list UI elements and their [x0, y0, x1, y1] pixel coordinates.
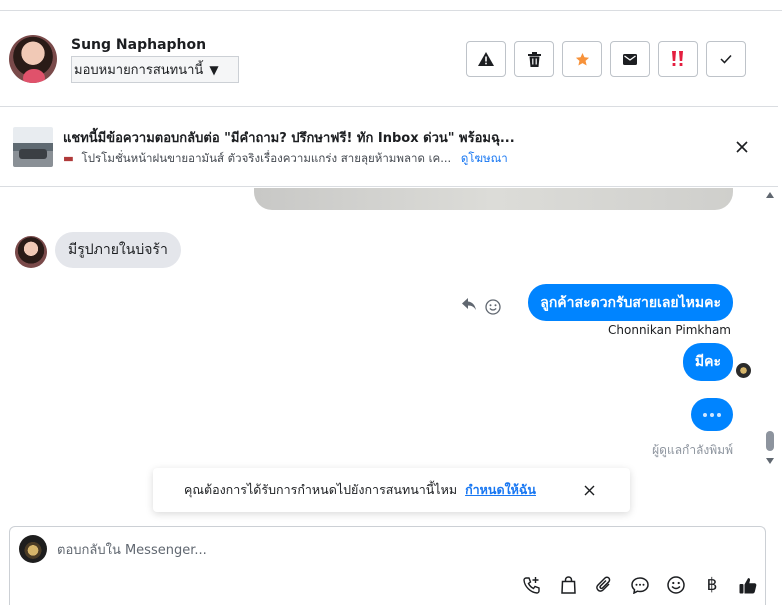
assign-to-me-link[interactable]: กำหนดให้ฉัน — [465, 480, 536, 500]
emoji-button[interactable] — [658, 573, 694, 597]
baht-icon: ฿ — [706, 575, 718, 595]
caret-down-icon: ▼ — [209, 62, 219, 77]
toast-text: คุณต้องการได้รับการกำหนดไปยังการสนทนานี้… — [184, 482, 458, 497]
priority-button[interactable] — [658, 41, 698, 77]
priority-icon — [672, 51, 683, 66]
call-add-button[interactable] — [514, 573, 550, 597]
assign-dropdown[interactable]: มอบหมายการสนทนานี้ ▼ — [71, 56, 239, 83]
sender-name: Chonnikan Pimkham — [608, 323, 731, 337]
emoji-icon — [667, 576, 685, 594]
ad-subtitle-row: ▬ โปรโมชั่นหน้าฝนขายอามันส์ ตัวจริงเรื่อ… — [63, 150, 508, 168]
react-emoji-icon[interactable] — [485, 299, 501, 315]
warning-icon — [478, 52, 494, 66]
assign-prompt-toast: คุณต้องการได้รับการกำหนดไปยังการสนทนานี้… — [153, 468, 630, 512]
outgoing-message[interactable]: ลูกค้าสะดวกรับสายเลยไหมคะ — [528, 284, 733, 321]
saved-replies-button[interactable] — [622, 573, 658, 597]
scroll-down-arrow-icon[interactable] — [766, 458, 774, 464]
contact-avatar[interactable] — [9, 35, 57, 83]
close-icon — [736, 141, 748, 153]
delete-button[interactable] — [514, 41, 554, 77]
composer-toolbar: ฿ — [514, 573, 766, 597]
contact-name[interactable]: Sung Naphaphon — [71, 37, 206, 53]
header-actions — [466, 41, 746, 77]
top-strip — [0, 0, 782, 11]
view-ad-link[interactable]: ดูโฆษณา — [461, 151, 508, 165]
ad-thumbnail[interactable] — [13, 127, 53, 167]
saved-reply-icon — [631, 576, 649, 594]
conversation-header: Sung Naphaphon มอบหมายการสนทนานี้ ▼ — [0, 11, 778, 107]
mark-done-button[interactable] — [706, 41, 746, 77]
car-icon: ▬ — [63, 151, 74, 165]
contact-avatar-small — [15, 236, 47, 268]
mail-icon — [623, 53, 637, 65]
like-icon — [739, 577, 757, 593]
close-icon — [584, 485, 594, 495]
assign-label: มอบหมายการสนทนานี้ — [74, 63, 204, 78]
star-icon — [575, 52, 589, 65]
thread-scrollbar[interactable] — [763, 188, 778, 468]
attach-button[interactable] — [586, 573, 622, 597]
toast-close-button[interactable] — [581, 482, 597, 498]
reply-composer: ฿ — [9, 526, 766, 605]
bag-icon — [560, 576, 576, 594]
like-button[interactable] — [730, 573, 766, 597]
reply-icon[interactable] — [462, 298, 476, 310]
payment-button[interactable]: ฿ — [694, 573, 730, 597]
ad-subtitle: โปรโมชั่นหน้าฝนขายอามันส์ ตัวจริงเรื่องค… — [81, 151, 452, 165]
incoming-message[interactable]: มีรูปภายในบ่จร้า — [55, 232, 181, 268]
trash-icon — [527, 51, 541, 67]
ad-title: แชทนี้มีข้อความตอบกลับต่อ "มีคำถาม? ปรึก… — [63, 131, 515, 146]
ad-context-banner: แชทนี้มีข้อความตอบกลับต่อ "มีคำถาม? ปรึก… — [0, 107, 778, 187]
typing-label: ผู้ดูแลกำลังพิมพ์ — [652, 443, 733, 457]
mark-unread-button[interactable] — [610, 41, 650, 77]
close-banner-button[interactable] — [733, 138, 751, 156]
attach-icon — [596, 576, 611, 592]
scroll-thumb[interactable] — [766, 431, 774, 451]
seen-indicator-avatar — [736, 363, 751, 378]
page-avatar — [19, 535, 47, 563]
shop-button[interactable] — [550, 573, 586, 597]
scroll-up-arrow-icon[interactable] — [766, 192, 774, 198]
check-icon — [720, 54, 732, 64]
image-attachment[interactable] — [254, 188, 733, 210]
star-button[interactable] — [562, 41, 602, 77]
call-add-icon — [523, 577, 540, 594]
message-thread[interactable]: มีรูปภายในบ่จร้า ลูกค้าสะดวกรับสายเลยไหม… — [0, 188, 762, 513]
reply-input[interactable] — [57, 539, 657, 561]
mark-spam-button[interactable] — [466, 41, 506, 77]
typing-indicator — [691, 398, 733, 431]
outgoing-message[interactable]: มีคะ — [682, 343, 733, 381]
